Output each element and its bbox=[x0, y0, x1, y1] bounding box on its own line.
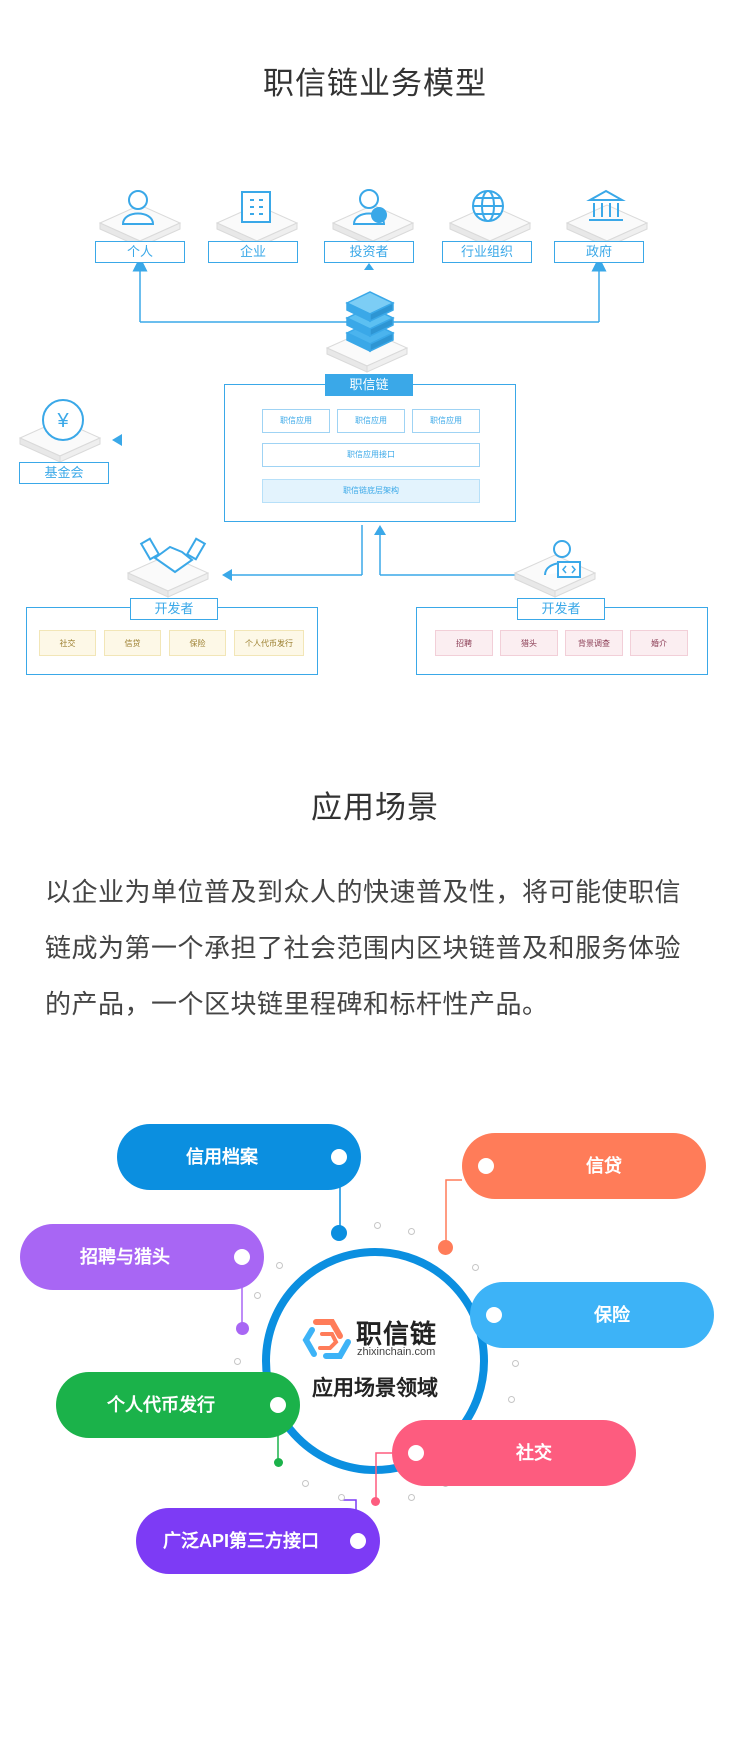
developer-right-label: 开发者 bbox=[517, 598, 605, 620]
chip-headhunt: 猎头 bbox=[500, 630, 558, 656]
server-stack-icon bbox=[345, 291, 395, 353]
ring-dot bbox=[408, 1494, 415, 1501]
fund-label: 基金会 bbox=[19, 462, 109, 484]
chip-social: 社交 bbox=[39, 630, 96, 656]
ring-dot bbox=[338, 1494, 345, 1501]
ring-dot bbox=[302, 1480, 309, 1487]
connector-dot-credit-file bbox=[331, 1225, 347, 1241]
pill-credit-file[interactable]: 信用档案 bbox=[117, 1124, 361, 1190]
ring-dot bbox=[254, 1292, 261, 1299]
ring-dot bbox=[234, 1358, 241, 1365]
center-label: 职信链 bbox=[325, 374, 413, 396]
pill-token-label: 个人代币发行 bbox=[107, 1395, 215, 1415]
node-industry-label: 行业组织 bbox=[442, 241, 532, 263]
ring-dot bbox=[512, 1360, 519, 1367]
pill-recruit[interactable]: 招聘与猎头 bbox=[20, 1224, 264, 1290]
logo-url: zhixinchain.com bbox=[357, 1346, 436, 1358]
platform-dev-right bbox=[514, 554, 596, 598]
ring-dot bbox=[472, 1264, 479, 1271]
paragraph-line-2: 链成为第一个承担了社会范围内区块链普及和服务体验 bbox=[45, 933, 682, 963]
chip-insurance: 保险 bbox=[169, 630, 226, 656]
chip-loan: 信贷 bbox=[104, 630, 161, 656]
app-interface-box: 职信应用接口 bbox=[262, 443, 480, 467]
svg-text:¥: ¥ bbox=[56, 410, 69, 432]
pill-credit-file-dot bbox=[331, 1149, 347, 1165]
app-box-1: 职信应用 bbox=[262, 409, 330, 433]
chip-background-check: 背景调查 bbox=[565, 630, 623, 656]
scenario-description: 以企业为单位普及到众人的快速普及性，将可能使职信 链成为第一个承担了社会范围内区… bbox=[45, 864, 725, 1032]
pill-token-dot bbox=[270, 1397, 286, 1413]
pill-recruit-label: 招聘与猎头 bbox=[80, 1247, 170, 1267]
section-title-scenarios: 应用场景 bbox=[311, 790, 439, 825]
business-model-diagram: ¥ bbox=[19, 189, 648, 598]
pill-insurance-label: 保险 bbox=[594, 1305, 630, 1325]
person-icon bbox=[121, 190, 155, 225]
chip-recruit: 招聘 bbox=[435, 630, 493, 656]
connector-dot-token bbox=[274, 1458, 283, 1467]
app-box-3: 职信应用 bbox=[412, 409, 480, 433]
pill-loan-label: 信贷 bbox=[586, 1156, 622, 1176]
node-government-label: 政府 bbox=[554, 241, 644, 263]
connector-dot-loan bbox=[438, 1240, 453, 1255]
paragraph-line-3: 的产品，一个区块链里程碑和标杆性产品。 bbox=[45, 989, 549, 1019]
platform-box: 职信应用 职信应用 职信应用 职信应用接口 职信链底层架构 bbox=[224, 384, 516, 522]
chip-matchmaking: 婚介 bbox=[630, 630, 688, 656]
base-architecture-box: 职信链底层架构 bbox=[262, 479, 480, 503]
pill-social[interactable]: 社交 bbox=[392, 1420, 636, 1486]
paragraph-line-1: 以企业为单位普及到众人的快速普及性，将可能使职信 bbox=[45, 877, 682, 907]
node-enterprise-label: 企业 bbox=[208, 241, 298, 263]
connector-dot-social bbox=[371, 1497, 380, 1506]
pill-recruit-dot bbox=[234, 1249, 250, 1265]
developer-left-label: 开发者 bbox=[130, 598, 218, 620]
pill-social-label: 社交 bbox=[516, 1443, 552, 1463]
ring-dot bbox=[508, 1396, 515, 1403]
ring-dot bbox=[276, 1262, 283, 1269]
pill-credit-file-label: 信用档案 bbox=[186, 1147, 258, 1167]
building-icon bbox=[241, 191, 271, 223]
node-investor-label: 投资者 bbox=[324, 241, 414, 263]
pill-insurance-dot bbox=[486, 1307, 502, 1323]
chip-token: 个人代币发行 bbox=[234, 630, 304, 656]
pill-loan[interactable]: 信贷 bbox=[462, 1133, 706, 1199]
investor-icon bbox=[352, 189, 387, 225]
node-individual-label: 个人 bbox=[95, 241, 185, 263]
zhixin-logo-icon bbox=[302, 1319, 351, 1359]
globe-icon bbox=[472, 190, 504, 222]
pill-loan-dot bbox=[478, 1158, 494, 1174]
pill-api-label: 广泛API第三方接口 bbox=[162, 1531, 319, 1551]
pill-social-dot bbox=[408, 1445, 424, 1461]
yen-icon: ¥ bbox=[42, 399, 84, 441]
pill-token[interactable]: 个人代币发行 bbox=[56, 1372, 300, 1438]
pill-api-dot bbox=[350, 1533, 366, 1549]
ring-dot bbox=[408, 1228, 415, 1235]
pill-insurance[interactable]: 保险 bbox=[470, 1282, 714, 1348]
app-box-2: 职信应用 bbox=[337, 409, 405, 433]
ring-dot bbox=[374, 1222, 381, 1229]
connector-dot-recruit bbox=[236, 1322, 249, 1335]
pill-api[interactable]: 广泛API第三方接口 bbox=[136, 1508, 380, 1574]
